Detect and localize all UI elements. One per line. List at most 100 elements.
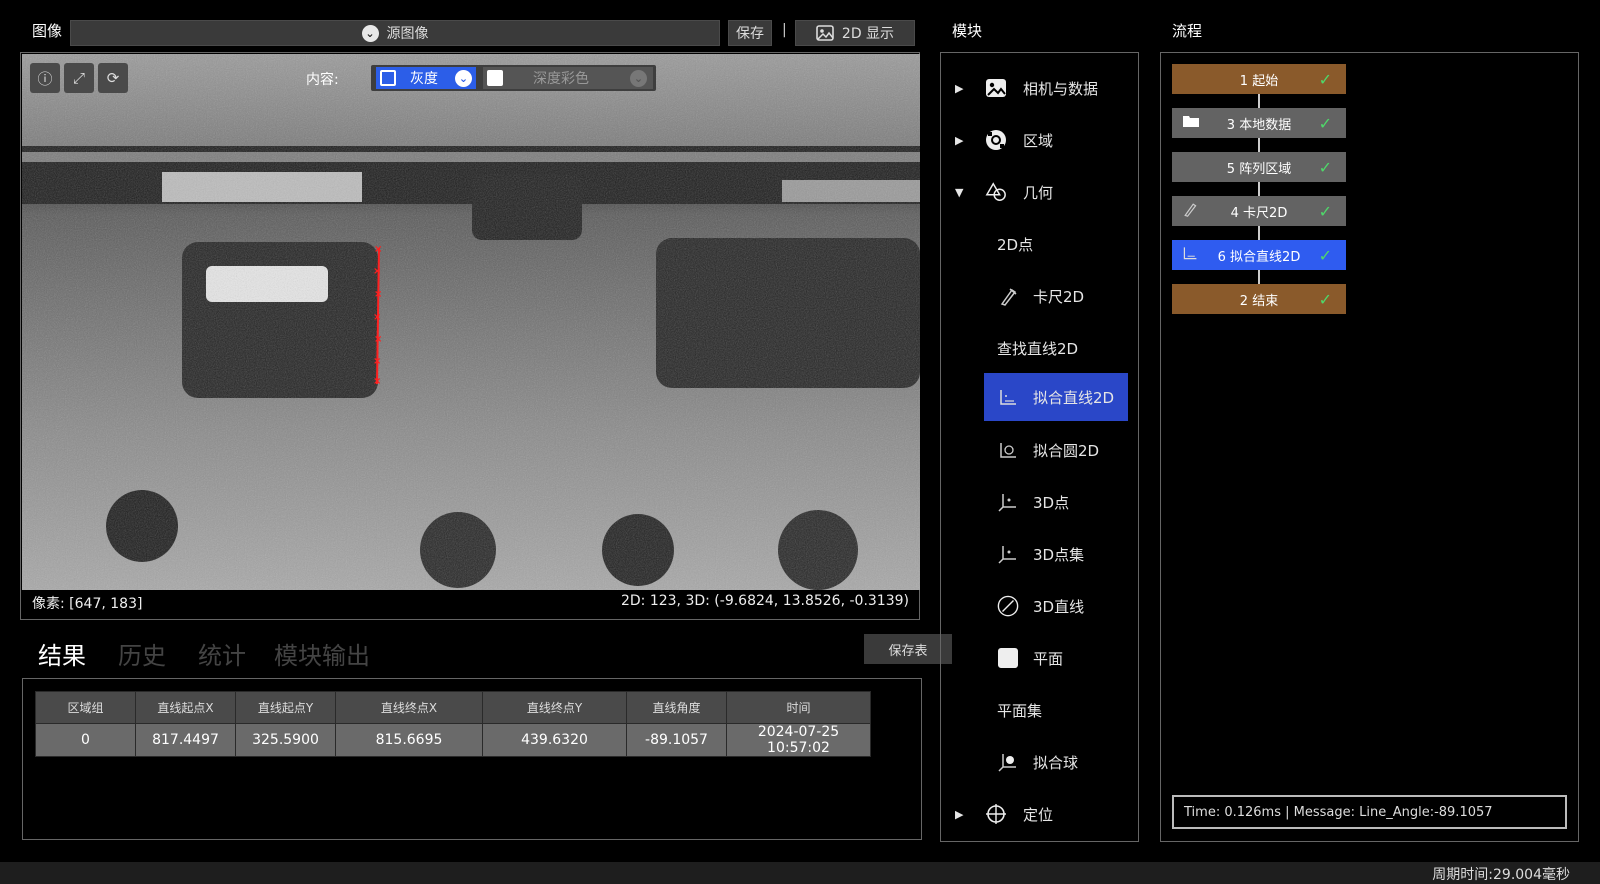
modules-panel: ▶ 相机与数据 ▶ 区域 ▼ 几何 2D点 卡尺2D 查找直线2D 拟合直线2D…	[940, 52, 1139, 842]
grayscale-checkbox[interactable]	[380, 70, 396, 86]
tab-module-output[interactable]: 模块输出	[274, 636, 370, 671]
result-panel: 区域组 直线起点X 直线起点Y 直线终点X 直线终点Y 直线角度 时间 0 81…	[22, 678, 922, 840]
check-icon: ✓	[1318, 157, 1332, 177]
grayscale-image-canvas[interactable]: × × × × × × ×	[22, 54, 920, 590]
module-group-label: 2D点	[997, 235, 1034, 254]
module-group-label: 查找直线2D	[997, 339, 1079, 358]
grayscale-option[interactable]: 灰度 ⌄	[376, 67, 476, 89]
module-label: 拟合直线2D	[1033, 388, 1115, 407]
depth-color-checkbox[interactable]	[487, 70, 503, 86]
module-label: 区域	[1023, 131, 1054, 150]
svg-text:×: ×	[373, 312, 381, 323]
module-label: 相机与数据	[1023, 79, 1099, 98]
flow-node-array-region[interactable]: 5 阵列区域 ✓	[1172, 152, 1346, 182]
flow-node-start[interactable]: 1 起始 ✓	[1172, 64, 1346, 94]
display-mode-button[interactable]: 2D 显示	[795, 20, 915, 46]
fit-line-icon	[997, 386, 1019, 408]
module-plane[interactable]: 平面	[941, 633, 1138, 683]
grayscale-label: 灰度	[410, 71, 438, 87]
module-fit-sphere[interactable]: 拟合球	[941, 737, 1138, 787]
collapse-arrow-icon[interactable]: ▼	[955, 186, 963, 199]
shapes-icon	[985, 181, 1007, 203]
status-bar	[0, 862, 1600, 884]
module-caliper-2d[interactable]: 卡尺2D	[941, 271, 1138, 321]
flow-node-local-data[interactable]: 3 本地数据 ✓	[1172, 108, 1346, 138]
tab-statistics[interactable]: 统计	[198, 636, 246, 671]
flow-node-caliper-2d[interactable]: 4 卡尺2D ✓	[1172, 196, 1346, 226]
image-icon	[816, 25, 834, 41]
flow-node-label: 6 拟合直线2D	[1217, 249, 1301, 265]
chevron-down-icon[interactable]: ⌄	[455, 69, 472, 87]
image-viewer[interactable]: × × × × × × × ⓘ ⤢ ⟳ 内容: 灰度 ⌄ 深度彩色 ⌄ 像素: [647,…	[20, 52, 920, 620]
line-3d-icon	[997, 595, 1019, 617]
flow-title: 流程	[1172, 22, 1203, 40]
column-header[interactable]: 直线起点X	[135, 691, 236, 724]
flow-node-fit-line-2d[interactable]: 6 拟合直线2D ✓	[1172, 240, 1346, 270]
table-cell: -89.1057	[626, 723, 727, 757]
column-header[interactable]: 区域组	[35, 691, 136, 724]
info-icon[interactable]: ⓘ	[30, 63, 60, 93]
column-header[interactable]: 直线角度	[626, 691, 727, 724]
expand-arrow-icon[interactable]: ▶	[955, 808, 963, 821]
module-group-find-line: 查找直线2D	[941, 323, 1138, 373]
module-label: 拟合球	[1033, 753, 1079, 772]
toolbar-separator: |	[782, 22, 787, 38]
module-3d-point-set[interactable]: 3D点集	[941, 529, 1138, 579]
module-geometry[interactable]: ▼ 几何	[941, 167, 1138, 217]
save-table-button[interactable]: 保存表	[864, 634, 952, 664]
svg-text:×: ×	[373, 376, 381, 387]
caliper-icon	[997, 285, 1019, 307]
module-label: 几何	[1023, 183, 1054, 202]
column-header[interactable]: 直线起点Y	[235, 691, 336, 724]
check-icon: ✓	[1318, 289, 1332, 309]
flow-node-label: 5 阵列区域	[1226, 161, 1292, 177]
fit-line-icon	[1182, 245, 1198, 265]
module-label: 定位	[1023, 805, 1054, 824]
image-source-value: 源图像	[386, 26, 429, 42]
flow-connector	[1258, 138, 1260, 153]
grayscale-image: × × × × × × ×	[22, 54, 920, 590]
expand-arrow-icon[interactable]: ▶	[955, 134, 963, 147]
expand-arrow-icon[interactable]: ▶	[955, 82, 963, 95]
tab-history[interactable]: 历史	[118, 636, 166, 671]
check-icon: ✓	[1318, 245, 1332, 265]
module-3d-line[interactable]: 3D直线	[941, 581, 1138, 631]
table-row[interactable]: 0 817.4497 325.5900 815.6695 439.6320 -8…	[35, 723, 871, 757]
column-header[interactable]: 直线终点X	[335, 691, 483, 724]
module-fit-circle-2d[interactable]: 拟合圆2D	[941, 425, 1138, 475]
image-source-select[interactable]: ⌄ 源图像	[70, 20, 720, 46]
table-cell: 325.5900	[235, 723, 336, 757]
fit-screen-icon[interactable]: ⤢	[64, 63, 94, 93]
column-header[interactable]: 时间	[726, 691, 871, 724]
svg-text:×: ×	[374, 244, 382, 255]
module-fit-line-2d[interactable]: 拟合直线2D	[984, 373, 1128, 421]
module-locate[interactable]: ▶ 定位	[941, 789, 1138, 839]
refresh-icon[interactable]: ⟳	[98, 63, 128, 93]
table-cell: 2024-07-25 10:57:02	[726, 723, 871, 757]
column-header[interactable]: 直线终点Y	[482, 691, 627, 724]
module-label: 平面	[1033, 649, 1064, 668]
point-set-3d-icon	[997, 543, 1019, 565]
flow-node-end[interactable]: 2 结束 ✓	[1172, 284, 1346, 314]
module-label: 3D点集	[1033, 545, 1085, 564]
module-region[interactable]: ▶ 区域	[941, 115, 1138, 165]
content-label: 内容:	[306, 72, 339, 88]
module-3d-point[interactable]: 3D点	[941, 477, 1138, 527]
flow-connector	[1258, 182, 1260, 197]
depth-color-option[interactable]: 深度彩色 ⌄	[483, 67, 653, 89]
chevron-down-icon[interactable]: ⌄	[630, 69, 647, 87]
flow-node-label: 1 起始	[1239, 73, 1279, 89]
depth-color-label: 深度彩色	[533, 71, 589, 87]
fit-circle-icon	[997, 439, 1019, 461]
save-image-button[interactable]: 保存	[728, 20, 772, 46]
check-icon: ✓	[1318, 113, 1332, 133]
module-camera-data[interactable]: ▶ 相机与数据	[941, 63, 1138, 113]
chevron-down-icon: ⌄	[361, 24, 379, 42]
coordinate-readout: 2D: 123, 3D: (-9.6824, 13.8526, -0.3139)	[620, 593, 909, 609]
table-cell: 817.4497	[135, 723, 236, 757]
flow-message-box: Time: 0.126ms | Message: Line_Angle:-89.…	[1172, 795, 1567, 829]
module-group-2d-point: 2D点	[941, 219, 1138, 269]
tab-result[interactable]: 结果	[38, 636, 86, 671]
table-cell: 0	[35, 723, 136, 757]
module-group-label: 平面集	[997, 701, 1043, 720]
